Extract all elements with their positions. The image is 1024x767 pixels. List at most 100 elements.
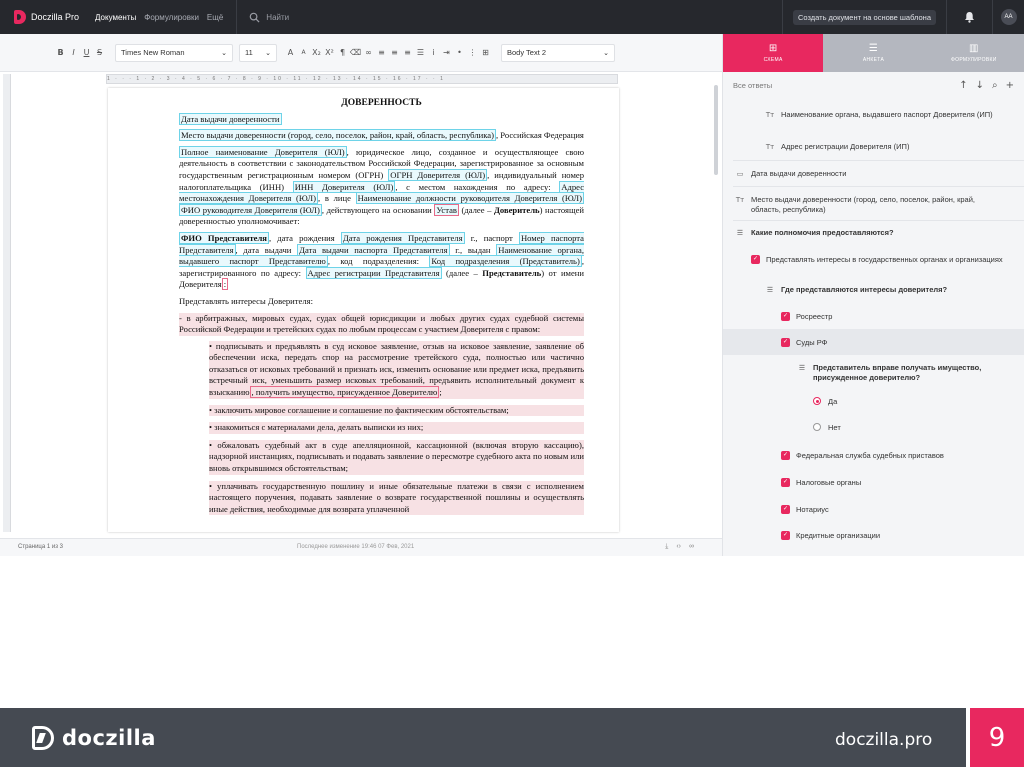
list-item[interactable]: • уплачивать государственную пошлину и и… bbox=[209, 480, 584, 516]
bullet-list-icon[interactable]: • bbox=[454, 47, 465, 59]
font-size-select[interactable]: 11 ⌄ bbox=[239, 43, 277, 62]
list-item[interactable]: • обжаловать судебный акт в суде апелляц… bbox=[209, 439, 584, 475]
user-menu[interactable]: AA bbox=[992, 0, 1024, 34]
tree-item[interactable]: ✓ Налоговые органы bbox=[781, 478, 1005, 488]
text-height-icon[interactable]: ⅰ bbox=[428, 47, 439, 59]
document-page[interactable]: ДОВЕРЕННОСТЬ Дата выдачи доверенности Ме… bbox=[108, 88, 619, 532]
plus-icon[interactable]: + bbox=[1006, 80, 1014, 91]
code-icon[interactable]: ‹› bbox=[676, 543, 681, 551]
field-marker[interactable]: : bbox=[221, 278, 229, 291]
italic-button[interactable]: I bbox=[68, 47, 79, 59]
paragraph-principal: Полное наименование Доверителя (ЮЛ), юри… bbox=[179, 145, 585, 228]
document-body[interactable]: ДОВЕРЕННОСТЬ Дата выдачи доверенности Ме… bbox=[179, 98, 585, 521]
tree-item[interactable]: ▭ Дата выдачи доверенности bbox=[735, 169, 1005, 179]
checkbox-checked-icon[interactable]: ✓ bbox=[781, 531, 790, 540]
checkbox-checked-icon[interactable]: ✓ bbox=[781, 451, 790, 460]
multi-choice-icon: ☰ bbox=[736, 229, 744, 237]
divider bbox=[733, 160, 1024, 161]
align-left-icon[interactable]: ≡ bbox=[376, 47, 387, 59]
chevron-down-icon: ⌄ bbox=[221, 48, 227, 57]
tree-item[interactable]: ✓ Росреестр bbox=[781, 312, 1005, 322]
nav-more[interactable]: Ещё bbox=[207, 13, 223, 22]
tree-item-selected[interactable]: ✓ Суды РФ bbox=[781, 338, 1005, 348]
tree-item-label: Место выдачи доверенности (город, село, … bbox=[751, 195, 975, 214]
align-right-icon[interactable]: ≡ bbox=[402, 47, 413, 59]
download-icon[interactable]: ⤓ bbox=[665, 543, 668, 551]
search-icon[interactable]: ⌕ bbox=[992, 80, 998, 91]
right-panel: ⊞ СХЕМА ☰ АНКЕТА ▥ ФОРМУЛИРОВКИ Все отве… bbox=[722, 34, 1024, 556]
table-icon[interactable]: ⊞ bbox=[480, 47, 491, 59]
checkbox-checked-icon[interactable]: ✓ bbox=[781, 312, 790, 321]
paragraph-icon[interactable]: ¶ bbox=[337, 47, 348, 59]
field-birth-date[interactable]: Дата рождения Представителя bbox=[340, 231, 465, 244]
decrease-font-icon[interactable]: A bbox=[298, 47, 309, 59]
tree-item[interactable]: Tт Адрес регистрации Доверителя (ИП) bbox=[765, 142, 1005, 152]
field-registration-address[interactable]: Адрес регистрации Представителя bbox=[305, 266, 442, 279]
tab-formulations[interactable]: ▥ ФОРМУЛИРОВКИ bbox=[923, 34, 1024, 72]
list-item[interactable]: • заключить мировое соглашение и соглаше… bbox=[209, 404, 584, 417]
tree-item[interactable]: ☰ Какие полномочия предоставляются? bbox=[735, 228, 1005, 238]
indent-icon[interactable]: ⇥ bbox=[441, 47, 452, 59]
tree-item[interactable]: ✓ Представлять интересы в государственных… bbox=[751, 255, 1005, 265]
checkbox-checked-icon[interactable]: ✓ bbox=[781, 505, 790, 514]
field-position[interactable]: Наименование должности руководителя Дове… bbox=[355, 192, 584, 205]
arrow-down-icon[interactable]: ↓ bbox=[976, 80, 984, 91]
font-family-select[interactable]: Times New Roman ⌄ bbox=[115, 43, 233, 62]
vertical-ruler[interactable] bbox=[3, 74, 11, 532]
tree-item[interactable]: Tт Место выдачи доверенности (город, село… bbox=[735, 195, 1005, 214]
editor-scrollbar[interactable] bbox=[714, 85, 718, 175]
link-icon[interactable]: ∞ bbox=[363, 47, 374, 59]
field-director-name[interactable]: ФИО руководителя Доверителя (ЮЛ) bbox=[179, 203, 322, 216]
last-change: Последнее изменение 19:46 07 Фев, 2021 bbox=[297, 544, 415, 550]
notifications-button[interactable] bbox=[946, 0, 992, 34]
paragraph-style-select[interactable]: Body Text 2 ⌄ bbox=[501, 43, 615, 62]
tree-item[interactable]: ☰ Где представляются интересы доверителя? bbox=[765, 285, 1005, 295]
clear-format-icon[interactable]: ⌫ bbox=[350, 47, 361, 59]
tab-schema[interactable]: ⊞ СХЕМА bbox=[723, 34, 824, 72]
tree-item[interactable]: ✓ Нотариус bbox=[781, 505, 1005, 515]
paragraph-courts[interactable]: - в арбитражных, мировых судах, судах об… bbox=[179, 312, 584, 336]
align-center-icon[interactable]: ≡ bbox=[389, 47, 400, 59]
create-from-template-button[interactable]: Создать документ на основе шаблона bbox=[792, 9, 936, 25]
answers-filter[interactable]: Все ответы bbox=[733, 81, 772, 90]
subscript-icon[interactable]: X₂ bbox=[311, 47, 322, 59]
field-division-code[interactable]: Код подразделения (Представитель) bbox=[429, 255, 582, 268]
app-logo[interactable]: Doczilla Pro bbox=[14, 10, 79, 24]
tree-item[interactable]: Да bbox=[813, 397, 1003, 407]
field-ogrn[interactable]: ОГРН Доверителя (ЮЛ) bbox=[388, 168, 488, 181]
list-item[interactable]: • знакомиться с материалами дела, делать… bbox=[209, 422, 584, 434]
radio-selected-icon[interactable] bbox=[813, 397, 821, 405]
link-icon[interactable]: ∞ bbox=[689, 543, 694, 551]
tree-item[interactable]: ☰ Представитель вправе получать имущество… bbox=[797, 363, 1002, 382]
superscript-icon[interactable]: X² bbox=[324, 47, 335, 59]
horizontal-ruler[interactable]: 1 · · · 1 · 2 · 3 · 4 · 5 · 6 · 7 · 8 · … bbox=[106, 74, 618, 84]
search-box[interactable]: Найти bbox=[236, 0, 289, 34]
numbered-list-icon[interactable]: ⋮ bbox=[467, 47, 478, 59]
nav-formulations[interactable]: Формулировки bbox=[144, 13, 199, 22]
increase-font-icon[interactable]: A bbox=[285, 47, 296, 59]
optional-clause[interactable]: , получить имущество, присужденное Довер… bbox=[249, 386, 440, 399]
tree-item[interactable]: ✓ Кредитные организации bbox=[781, 531, 1005, 541]
nav-documents[interactable]: Документы bbox=[95, 13, 136, 22]
field-inn[interactable]: ИНН Доверителя (ЮЛ) bbox=[292, 180, 396, 193]
bold-button[interactable]: B bbox=[55, 47, 66, 59]
field-passport-date[interactable]: Дата выдачи паспорта Представителя bbox=[297, 243, 450, 256]
field-issue-place[interactable]: Место выдачи доверенности (город, село, … bbox=[179, 129, 496, 142]
field-basis[interactable]: Устав bbox=[434, 203, 459, 216]
underline-button[interactable]: U bbox=[81, 47, 92, 59]
align-justify-icon[interactable]: ☰ bbox=[415, 47, 426, 59]
strikethrough-button[interactable]: S bbox=[94, 47, 105, 59]
arrow-up-icon[interactable]: ↑ bbox=[959, 80, 967, 91]
checkbox-checked-icon[interactable]: ✓ bbox=[781, 478, 790, 487]
field-representative-name[interactable]: ФИО Представителя bbox=[179, 231, 269, 244]
tab-questionnaire[interactable]: ☰ АНКЕТА bbox=[823, 34, 924, 72]
field-issue-date[interactable]: Дата выдачи доверенности bbox=[179, 112, 282, 125]
checkbox-checked-icon[interactable]: ✓ bbox=[781, 338, 790, 347]
radio-empty-icon[interactable] bbox=[813, 423, 821, 431]
list-item[interactable]: • подписывать и предъявлять в суд исково… bbox=[209, 340, 584, 399]
tree-item[interactable]: Нет bbox=[813, 423, 1003, 433]
tree-item[interactable]: ✓ Федеральная служба судебных приставов bbox=[781, 451, 1005, 461]
field-principal-name[interactable]: Полное наименование Доверителя (ЮЛ) bbox=[179, 145, 347, 158]
tree-item[interactable]: Tт Наименование органа, выдавшего паспорт… bbox=[765, 110, 1005, 120]
checkbox-checked-icon[interactable]: ✓ bbox=[751, 255, 760, 264]
